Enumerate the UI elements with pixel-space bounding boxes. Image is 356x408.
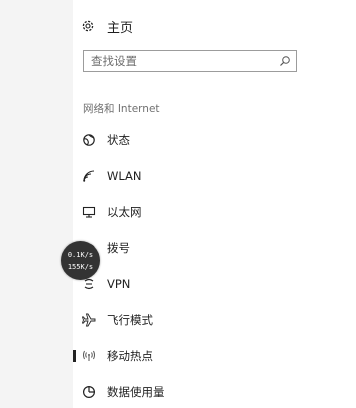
hotspot-icon	[81, 348, 97, 364]
selection-indicator	[73, 350, 76, 362]
network-speed-widget[interactable]: 0.1K/s 155K/s	[61, 241, 100, 280]
nav-item-label: WLAN	[107, 169, 142, 183]
search-input[interactable]	[84, 51, 274, 71]
nav-item-label: 以太网	[107, 205, 142, 219]
home-nav-item[interactable]: 主页	[81, 14, 133, 38]
nav-item-label: 数据使用量	[107, 385, 165, 399]
nav-item-dialup[interactable]: 拨号	[73, 233, 356, 263]
nav-item-label: 移动热点	[107, 349, 153, 363]
wifi-icon	[81, 168, 97, 184]
search-icon[interactable]	[274, 51, 296, 71]
nav-item-airplane-mode[interactable]: 飞行模式	[73, 305, 356, 335]
airplane-icon	[81, 312, 97, 328]
globe-icon	[81, 132, 97, 148]
settings-nav-pane: 主页 网络和 Internet 状态	[73, 0, 356, 408]
section-title: 网络和 Internet	[83, 103, 160, 115]
nav-item-mobile-hotspot[interactable]: 移动热点	[73, 341, 356, 371]
home-label: 主页	[107, 20, 134, 36]
upload-speed: 0.1K/s	[67, 250, 94, 259]
nav-item-ethernet[interactable]: 以太网	[73, 197, 356, 227]
data-usage-icon	[81, 384, 97, 400]
nav-item-data-usage[interactable]: 数据使用量	[73, 377, 356, 407]
nav-item-label: VPN	[107, 277, 131, 291]
gear-icon	[81, 19, 95, 33]
nav-item-wlan[interactable]: WLAN	[73, 161, 356, 191]
nav-item-label: 拨号	[107, 241, 130, 255]
nav-item-status[interactable]: 状态	[73, 125, 356, 155]
nav-item-label: 飞行模式	[107, 313, 153, 327]
nav-item-vpn[interactable]: VPN	[73, 269, 356, 299]
download-speed: 155K/s	[67, 262, 94, 271]
nav-item-label: 状态	[107, 133, 130, 147]
ethernet-icon	[81, 204, 97, 220]
settings-search-box[interactable]	[83, 50, 297, 72]
